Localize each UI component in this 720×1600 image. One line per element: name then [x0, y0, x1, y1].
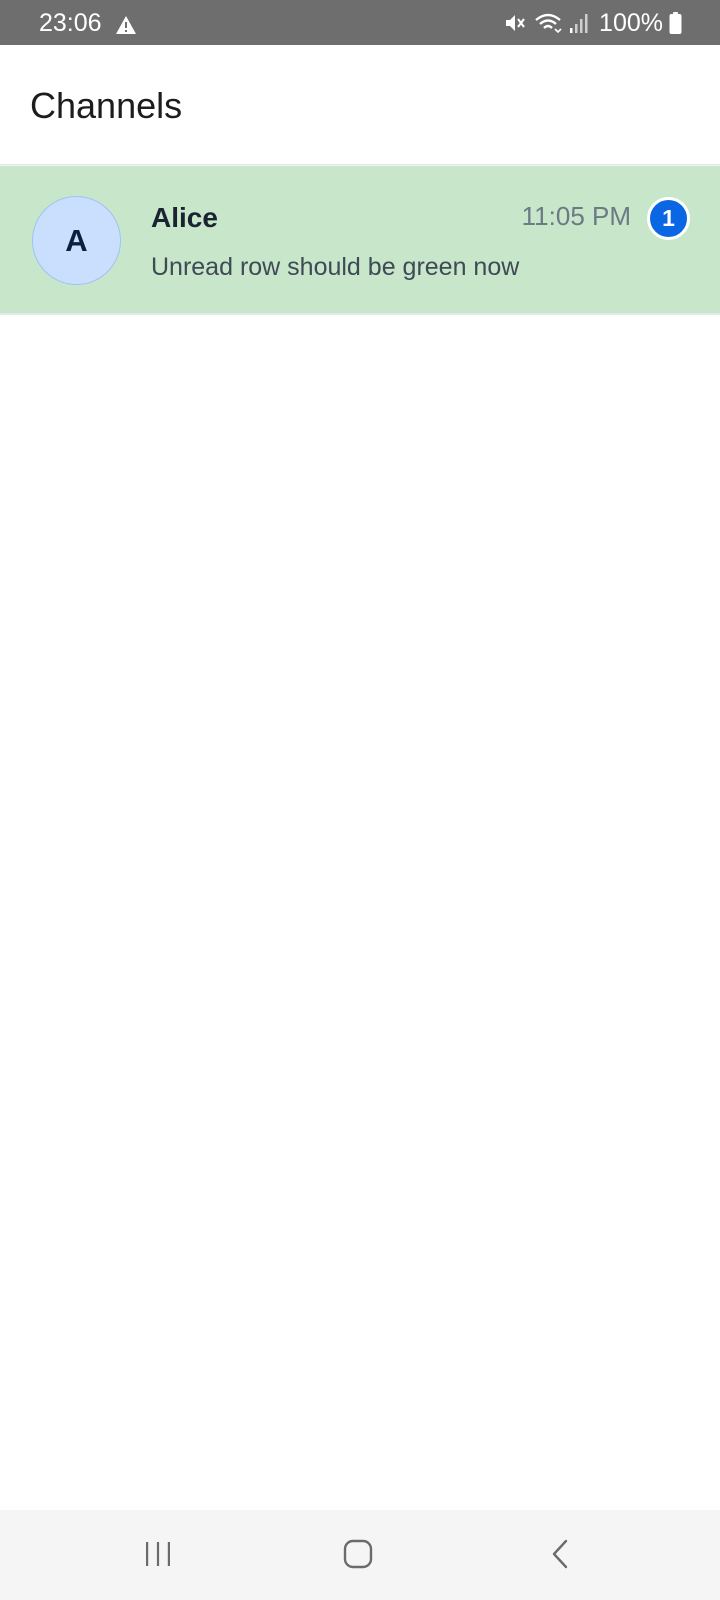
- back-icon: [548, 1538, 572, 1575]
- status-bar: 23:06 100%: [0, 0, 720, 45]
- channel-name: Alice: [151, 202, 218, 233]
- avatar-letter: A: [65, 222, 88, 258]
- wifi-icon: [533, 11, 563, 35]
- channel-timestamp: 11:05 PM: [521, 201, 631, 231]
- signal-icon: [569, 12, 589, 34]
- back-button[interactable]: [530, 1536, 590, 1576]
- status-right-icons: 100%: [503, 9, 682, 37]
- recents-button[interactable]: [128, 1536, 188, 1576]
- warning-icon: [115, 15, 137, 35]
- avatar: A: [32, 196, 121, 285]
- home-button[interactable]: [328, 1536, 388, 1576]
- unread-badge: 1: [647, 197, 690, 240]
- recents-icon: [143, 1540, 173, 1573]
- page-title: Channels: [30, 85, 183, 126]
- battery-percent: 100%: [599, 9, 663, 37]
- message-preview: Unread row should be green now: [151, 253, 520, 281]
- home-icon: [342, 1538, 374, 1575]
- channel-row[interactable]: A Alice 11:05 PM 1 Unread row should be …: [0, 166, 720, 315]
- nav-bar: [0, 1510, 720, 1600]
- app-header: Channels: [0, 45, 720, 165]
- app-screen: 23:06 100% Channels A Alice 11:05 PM 1 U…: [0, 0, 720, 1600]
- channel-list: A Alice 11:05 PM 1 Unread row should be …: [0, 166, 720, 315]
- status-time: 23:06: [39, 9, 102, 37]
- mute-icon: [503, 11, 527, 35]
- battery-icon: [669, 11, 682, 35]
